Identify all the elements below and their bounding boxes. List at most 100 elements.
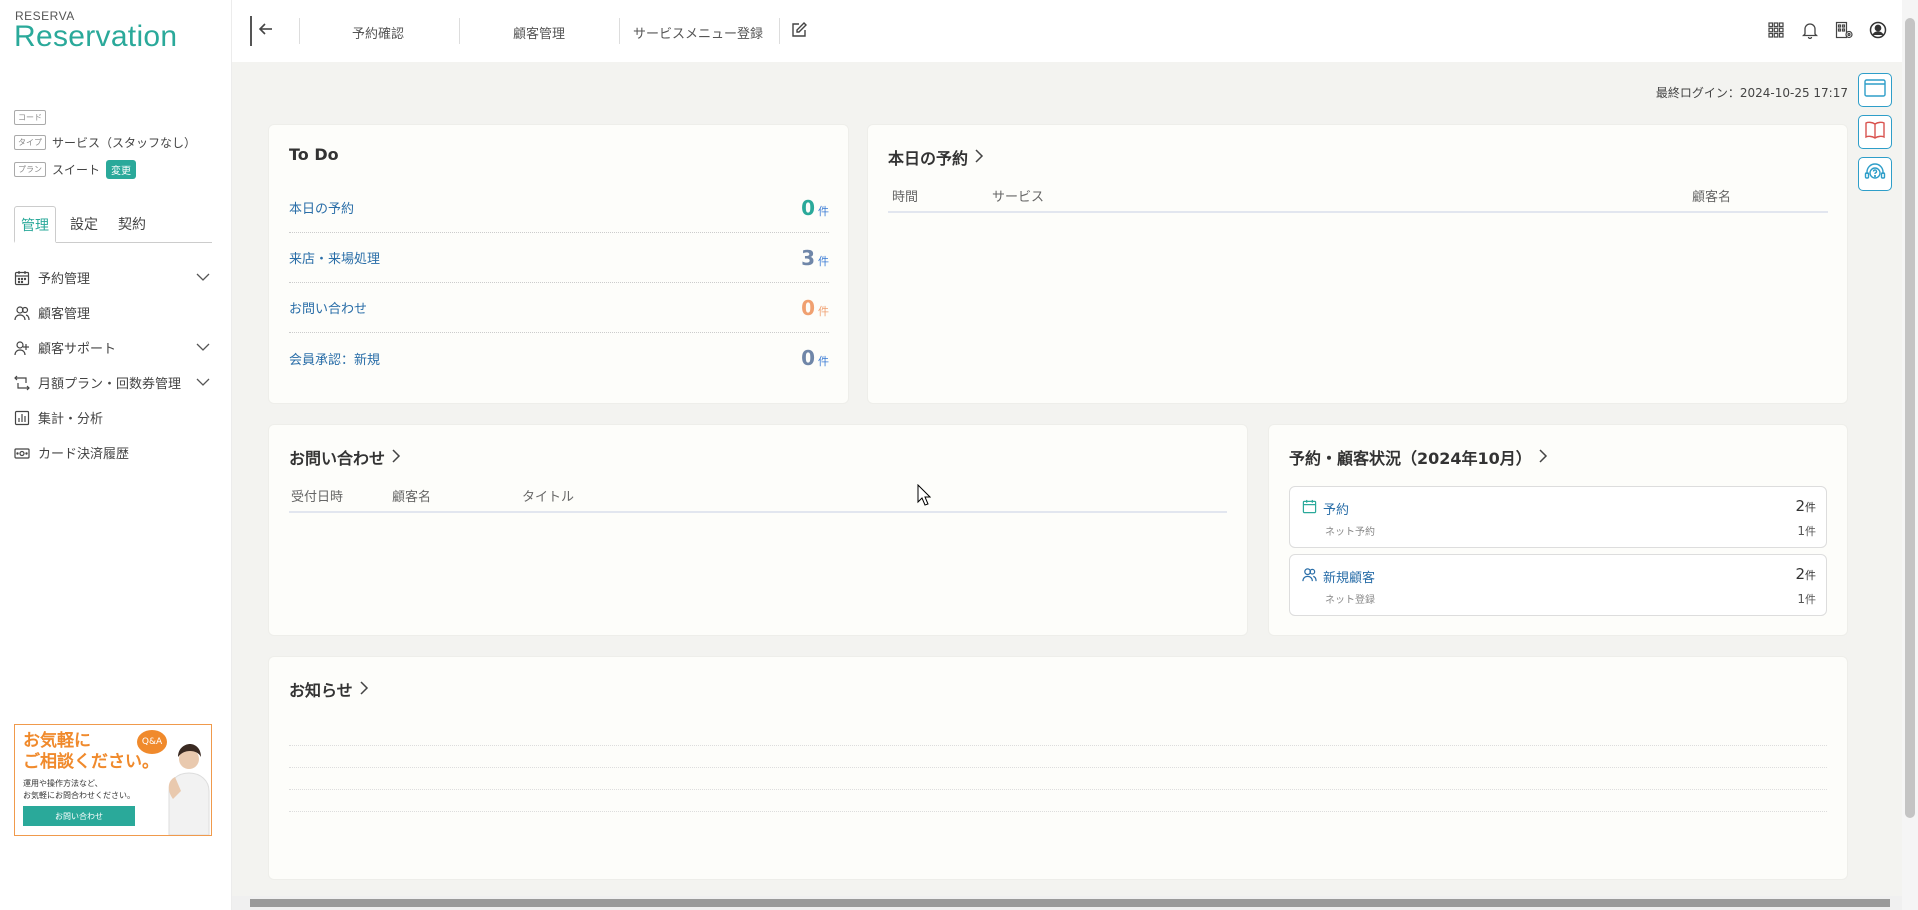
col-customer: 顧客名	[1692, 190, 1732, 205]
support-banner[interactable]: お気軽に ご相談ください。 Q&A 運用や操作方法など、 お気軽にお問合わせくだ…	[14, 724, 212, 836]
status-card: 予約・顧客状況（2024年10月） 予約 ネット予約 2件 1件 新規顧客 ネッ…	[1268, 424, 1848, 636]
todo-unit: 件	[818, 355, 829, 368]
vertical-scroll-thumb[interactable]	[1905, 18, 1915, 818]
news-card: お知らせ	[268, 656, 1848, 880]
plan-change-button[interactable]: 変更	[106, 160, 137, 179]
tab-contract[interactable]: 契約	[112, 206, 152, 242]
inquiries-title[interactable]: お問い合わせ	[289, 445, 401, 469]
collapse-bar	[250, 16, 252, 46]
nav-reservation[interactable]: 予約管理	[14, 260, 212, 295]
news-row	[289, 789, 1827, 790]
stat-main-count: 2	[1795, 497, 1805, 515]
stat-minor-count: 1	[1797, 592, 1805, 606]
nav-customers[interactable]: 顧客管理	[14, 295, 212, 330]
nav-label: 予約管理	[38, 272, 91, 287]
sidebar: RESERVA Reservation コード タイプ サービス（スタッフなし）…	[0, 0, 232, 910]
browser-window-button[interactable]	[1858, 73, 1892, 107]
nav-label: 集計・分析	[38, 412, 104, 427]
inquiries-title-text: お問い合わせ	[289, 449, 386, 468]
todo-row-today[interactable]: 本日の予約 0 件	[289, 183, 829, 233]
divider	[619, 18, 620, 44]
nav-plans[interactable]: 月額プラン・回数券管理	[14, 365, 212, 400]
todo-row-member[interactable]: 会員承認：新規 0 件	[289, 333, 829, 383]
nav-card-history[interactable]: カード決済履歴	[14, 435, 212, 470]
chevron-down-icon[interactable]	[196, 376, 210, 391]
account-icon[interactable]	[1868, 20, 1888, 40]
building-settings-icon[interactable]	[1834, 20, 1854, 40]
topnav-customers[interactable]: 顧客管理	[513, 20, 565, 44]
todo-label: 来店・来場処理	[289, 252, 381, 267]
todo-label: お問い合わせ	[289, 302, 368, 317]
browser-window-icon	[1864, 79, 1886, 101]
mouse-cursor-icon	[917, 484, 931, 506]
stat-unit: 件	[1805, 525, 1816, 538]
collapse-sidebar-button[interactable]	[250, 16, 274, 46]
chevron-down-icon[interactable]	[196, 271, 210, 286]
status-title-text: 予約・顧客状況（2024年10月）	[1289, 449, 1532, 468]
book-icon	[1864, 121, 1886, 143]
chevron-right-icon	[1538, 448, 1548, 467]
todo-row-inquiry[interactable]: お問い合わせ 0 件	[289, 283, 829, 333]
topnav-service-menu[interactable]: サービスメニュー登録	[633, 20, 763, 44]
calendar-icon	[14, 270, 30, 286]
tab-settings[interactable]: 設定	[64, 206, 104, 242]
todo-value: 3 件	[801, 246, 829, 270]
stat-main: 2件	[1795, 497, 1816, 515]
promo-contact-button[interactable]: お問い合わせ	[23, 806, 135, 826]
header-divider	[289, 511, 1227, 513]
manual-button[interactable]	[1858, 115, 1892, 149]
stat-reservations[interactable]: 予約 ネット予約 2件 1件	[1289, 486, 1827, 548]
divider	[459, 18, 460, 44]
chevron-down-icon[interactable]	[196, 341, 210, 356]
horizontal-scrollbar[interactable]	[232, 896, 1902, 910]
news-row	[289, 767, 1827, 768]
card-icon	[14, 445, 30, 461]
last-login: 最終ログイン：2024-10-25 17:17	[1655, 86, 1848, 100]
operator-image	[168, 744, 210, 835]
apps-grid-icon[interactable]	[1766, 20, 1786, 40]
nav-label: 顧客管理	[38, 307, 91, 322]
tab-manage[interactable]: 管理	[14, 206, 56, 243]
code-row: コード	[14, 110, 46, 125]
todo-count: 0	[801, 346, 815, 370]
stat-label-text: 予約	[1323, 503, 1350, 518]
chart-icon	[14, 410, 30, 426]
status-title[interactable]: 予約・顧客状況（2024年10月）	[1289, 445, 1548, 469]
todo-unit: 件	[818, 254, 829, 268]
brand-logo[interactable]: Reservation	[14, 20, 177, 54]
col-time: 時間	[892, 190, 919, 205]
stat-unit: 件	[1805, 501, 1816, 514]
todo-label: 会員承認：新規	[289, 352, 381, 368]
help-button[interactable]	[1858, 157, 1892, 191]
news-title[interactable]: お知らせ	[289, 677, 369, 701]
today-reservations-card: 本日の予約 時間 サービス 顧客名	[867, 124, 1848, 404]
inquiries-card: お問い合わせ 受付日時 顧客名 タイトル	[268, 424, 1248, 636]
bell-icon[interactable]	[1800, 20, 1820, 40]
stat-minor: 1件	[1797, 523, 1816, 539]
edit-shortcuts-button[interactable]	[790, 20, 808, 44]
col-received: 受付日時	[291, 490, 344, 505]
nav-support[interactable]: 顧客サポート	[14, 330, 212, 365]
chevron-right-icon	[391, 448, 401, 467]
todo-count: 0	[801, 295, 815, 320]
side-tabs: 管理 設定 契約	[14, 206, 212, 243]
todo-unit: 件	[818, 304, 829, 318]
todo-row-visit[interactable]: 来店・来場処理 3 件	[289, 233, 829, 283]
users-icon	[1302, 567, 1317, 586]
stat-unit: 件	[1805, 569, 1816, 582]
stat-new-customers[interactable]: 新規顧客 ネット登録 2件 1件	[1289, 554, 1827, 616]
stat-sub: ネット登録	[1325, 595, 1375, 606]
stat-minor-count: 1	[1797, 524, 1805, 538]
todo-unit: 件	[818, 204, 829, 218]
topnav-reservation-check[interactable]: 予約確認	[352, 20, 404, 44]
nav-analytics[interactable]: 集計・分析	[14, 400, 212, 435]
news-title-text: お知らせ	[289, 681, 353, 700]
vertical-scrollbar[interactable]	[1902, 0, 1918, 910]
todo-value: 0 件	[801, 296, 829, 320]
nav-label: 月額プラン・回数券管理	[38, 377, 182, 392]
todo-count: 0	[801, 195, 815, 220]
horizontal-scroll-thumb[interactable]	[250, 899, 1890, 907]
promo-sub-line1: 運用や操作方法など、	[23, 779, 103, 788]
promo-title-line2: ご相談ください。	[23, 752, 159, 772]
today-title[interactable]: 本日の予約	[888, 145, 984, 169]
